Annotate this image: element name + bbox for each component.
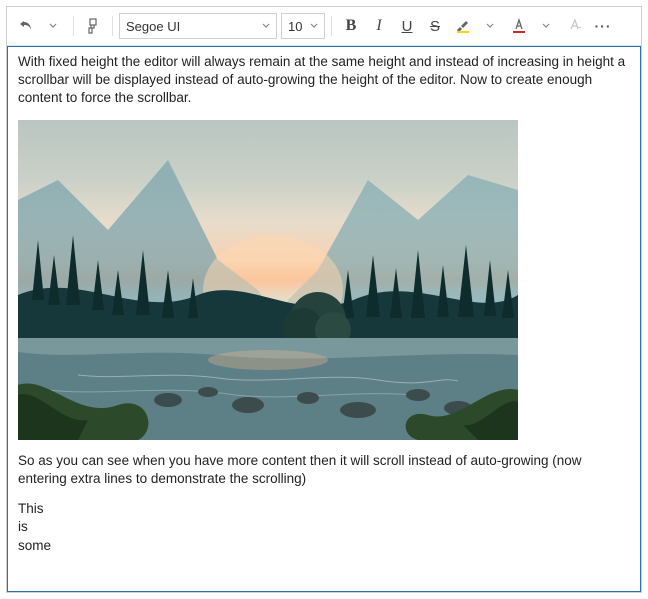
more-label: ··· — [595, 18, 612, 34]
strikethrough-button[interactable]: S — [422, 13, 448, 39]
underline-button[interactable]: U — [394, 13, 420, 39]
text-line: some — [18, 537, 630, 555]
strike-label: S — [430, 18, 440, 35]
chevron-down-icon — [486, 22, 494, 30]
chevron-down-icon — [49, 22, 57, 30]
chevron-down-icon — [262, 22, 270, 30]
chevron-down-icon — [310, 22, 318, 30]
undo-dropdown[interactable] — [41, 13, 67, 39]
clear-format-button[interactable] — [562, 13, 588, 39]
highlighter-icon — [455, 18, 471, 34]
paragraph: So as you can see when you have more con… — [18, 452, 630, 488]
font-family-select[interactable]: Segoe UI — [119, 13, 277, 39]
bold-label: B — [346, 17, 357, 35]
font-size-value: 10 — [288, 19, 302, 34]
text-line: is — [18, 518, 630, 536]
font-color-dropdown[interactable] — [534, 13, 560, 39]
format-painter-button[interactable] — [80, 13, 106, 39]
paragraph: With fixed height the editor will always… — [18, 53, 630, 108]
editor-content-area[interactable]: With fixed height the editor will always… — [7, 46, 641, 592]
font-family-value: Segoe UI — [126, 19, 180, 34]
separator — [112, 16, 113, 36]
separator — [73, 16, 74, 36]
italic-label: I — [376, 17, 381, 35]
font-color-button[interactable] — [506, 13, 532, 39]
italic-button[interactable]: I — [366, 13, 392, 39]
highlight-dropdown[interactable] — [478, 13, 504, 39]
embedded-image[interactable] — [18, 120, 518, 440]
separator — [331, 16, 332, 36]
clear-format-icon — [567, 18, 583, 34]
undo-button[interactable] — [13, 13, 39, 39]
highlight-button[interactable] — [450, 13, 476, 39]
chevron-down-icon — [542, 22, 550, 30]
bold-button[interactable]: B — [338, 13, 364, 39]
underline-label: U — [402, 18, 413, 35]
toolbar: Segoe UI 10 B I U S ··· — [7, 7, 641, 46]
rich-text-editor: Segoe UI 10 B I U S ··· W — [6, 6, 642, 593]
landscape-illustration — [18, 120, 518, 440]
undo-icon — [18, 18, 34, 34]
more-button[interactable]: ··· — [590, 13, 616, 39]
text-line: This — [18, 500, 630, 518]
font-size-select[interactable]: 10 — [281, 13, 325, 39]
font-color-icon — [511, 18, 527, 34]
format-painter-icon — [85, 18, 101, 34]
